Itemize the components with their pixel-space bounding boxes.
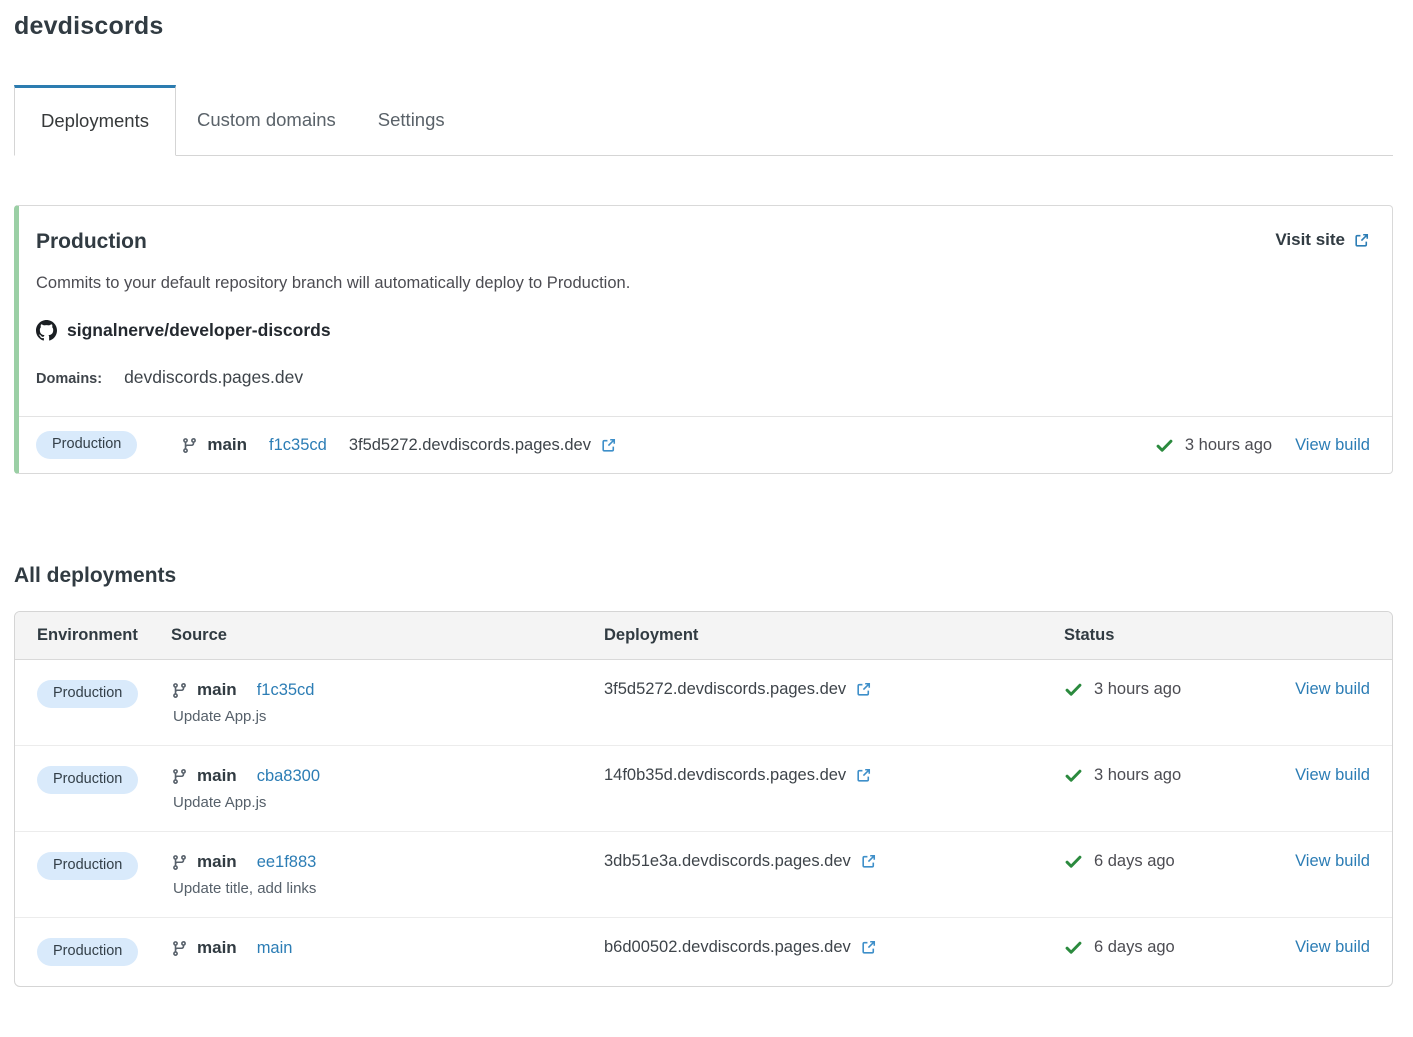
github-icon [36,320,57,341]
table-body: Production main f1c35cd Update App.js 3f… [15,660,1392,986]
page-title: devdiscords [14,12,1393,41]
view-build-link[interactable]: View build [1295,680,1370,699]
environment-badge: Production [37,680,138,708]
branch-name: main [197,852,237,872]
branch-name: main [197,938,237,958]
commit-link[interactable]: main [257,939,293,958]
environment-badge: Production [36,431,137,459]
branch-name: main [197,680,237,700]
production-card: Production Visit site Commits to your de… [14,205,1393,474]
commit-message: Update App.js [173,708,604,725]
view-build-link[interactable]: View build [1295,938,1370,957]
success-check-icon [1064,938,1083,957]
table-row: Production main f1c35cd Update App.js 3f… [15,660,1392,746]
column-environment: Environment [37,626,171,645]
success-check-icon [1064,680,1083,699]
deployment-time: 6 days ago [1094,938,1175,957]
deployment-time: 6 days ago [1094,852,1175,871]
deployment-url: 14f0b35d.devdiscords.pages.dev [604,766,846,785]
environment-badge: Production [37,766,138,794]
external-link-icon[interactable] [860,853,877,870]
domains-value: devdiscords.pages.dev [124,367,303,388]
commit-link[interactable]: cba8300 [257,767,320,786]
visit-site-link[interactable]: Visit site [1275,230,1370,250]
environment-badge: Production [37,852,138,880]
view-build-link[interactable]: View build [1295,852,1370,871]
all-deployments-heading: All deployments [14,564,1393,588]
commit-message: Update App.js [173,794,604,811]
deployment-url: b6d00502.devdiscords.pages.dev [604,938,851,957]
production-description: Commits to your default repository branc… [36,274,1370,293]
visit-site-label: Visit site [1275,230,1345,250]
tab-custom-domains[interactable]: Custom domains [176,85,357,155]
commit-link[interactable]: ee1f883 [257,853,317,872]
branch-name: main [197,766,237,786]
pages-project-page: devdiscords Deployments Custom domains S… [0,0,1413,1009]
tab-bar: Deployments Custom domains Settings [14,85,1393,156]
commit-link[interactable]: f1c35cd [257,681,315,700]
deployments-table: Environment Source Deployment Status Pro… [14,611,1393,987]
column-deployment: Deployment [604,626,1064,645]
table-row: Production main main b6d00502.devdiscord… [15,918,1392,986]
git-branch-icon [171,682,188,699]
external-link-icon[interactable] [600,437,617,454]
commit-message: Update title, add links [173,880,604,897]
external-link-icon[interactable] [855,767,872,784]
external-link-icon [1353,232,1370,249]
deployment-time: 3 hours ago [1094,766,1181,785]
table-row: Production main cba8300 Update App.js 14… [15,746,1392,832]
commit-link[interactable]: f1c35cd [269,436,327,455]
view-build-link[interactable]: View build [1295,766,1370,785]
column-source: Source [171,626,604,645]
table-header-row: Environment Source Deployment Status [15,612,1392,660]
success-check-icon [1064,852,1083,871]
production-card-title: Production [36,230,147,254]
git-branch-icon [171,854,188,871]
environment-badge: Production [37,938,138,966]
table-row: Production main ee1f883 Update title, ad… [15,832,1392,918]
deployment-time: 3 hours ago [1185,436,1272,455]
domains-label: Domains: [36,371,102,387]
production-deployment-row: Production main f1c35cd 3f5d5272.devdisc… [19,416,1392,473]
external-link-icon[interactable] [860,939,877,956]
repository-name[interactable]: signalnerve/developer-discords [67,320,331,341]
success-check-icon [1064,766,1083,785]
deployment-url: 3f5d5272.devdiscords.pages.dev [349,436,591,455]
git-branch-icon [181,437,198,454]
success-check-icon [1155,436,1174,455]
git-branch-icon [171,768,188,785]
column-status: Status [1064,626,1370,645]
deployment-url: 3db51e3a.devdiscords.pages.dev [604,852,851,871]
deployment-url: 3f5d5272.devdiscords.pages.dev [604,680,846,699]
view-build-link[interactable]: View build [1295,436,1370,455]
branch-name: main [207,435,247,455]
deployment-time: 3 hours ago [1094,680,1181,699]
external-link-icon[interactable] [855,681,872,698]
tab-deployments[interactable]: Deployments [14,85,176,156]
tab-settings[interactable]: Settings [357,85,466,155]
git-branch-icon [171,940,188,957]
